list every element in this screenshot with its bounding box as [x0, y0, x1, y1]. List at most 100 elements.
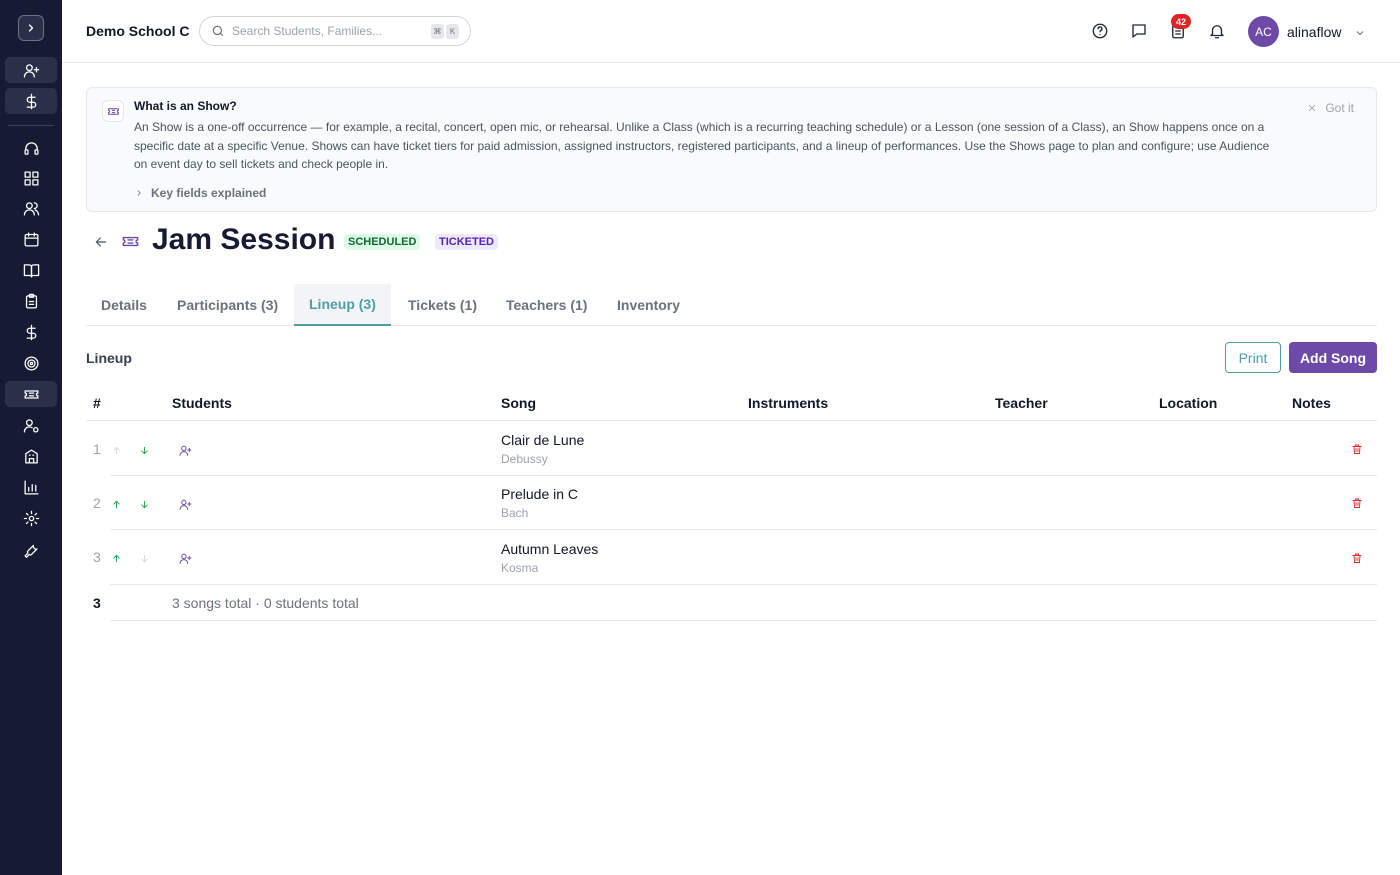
- row-1-add-student-button[interactable]: [179, 444, 192, 457]
- calendar-icon: [23, 231, 39, 247]
- arrow-down-icon: [141, 554, 148, 563]
- row-1-move-down-button[interactable]: [139, 443, 151, 455]
- show-type-icon: [121, 232, 141, 252]
- row-divider: [110, 475, 1377, 476]
- sidebar-item-venues[interactable]: [5, 443, 57, 469]
- add-user-icon: [23, 63, 39, 78]
- sidebar-item-add-user[interactable]: [5, 57, 57, 83]
- users-icon: [23, 201, 39, 216]
- kbd-k: K: [446, 24, 459, 39]
- info-title: What is an Show?: [134, 99, 237, 113]
- dismiss-label: Got it: [1325, 101, 1354, 115]
- book-icon: [23, 263, 39, 278]
- kbd-cmd: ⌘: [431, 24, 444, 39]
- tab-lineup[interactable]: Lineup (3): [294, 284, 391, 326]
- row-1-song-title: Clair de Lune: [501, 432, 585, 448]
- sidebar-item-classes[interactable]: [5, 257, 57, 283]
- add-user-icon: [179, 553, 192, 564]
- username[interactable]: alinaflow: [1287, 24, 1341, 40]
- row-2-move-down-button[interactable]: [139, 497, 151, 509]
- search-bar[interactable]: ⌘ K: [199, 16, 471, 46]
- add-song-button[interactable]: Add Song: [1289, 342, 1377, 373]
- row-2-add-student-button[interactable]: [179, 498, 192, 511]
- row-3-number: 3: [93, 549, 101, 565]
- expand-sidebar-button[interactable]: [18, 15, 44, 41]
- school-name: Demo School C: [86, 23, 190, 39]
- row-3-move-down-button[interactable]: [139, 551, 151, 563]
- ticket-icon: [107, 107, 119, 115]
- row-3-song-title: Autumn Leaves: [501, 541, 599, 557]
- info-ticket-icon: [102, 100, 124, 122]
- sidebar-item-billing[interactable]: [5, 88, 57, 114]
- dismiss-info-button[interactable]: Got it: [1307, 101, 1354, 115]
- wrench-icon: [23, 544, 38, 558]
- notifications-button[interactable]: [1207, 21, 1227, 41]
- chat-icon: [1132, 24, 1146, 38]
- row-2-move-up-button[interactable]: [111, 497, 123, 509]
- table-header-divider: [86, 420, 1377, 421]
- add-user-icon: [179, 499, 192, 510]
- ticket-icon: [23, 389, 39, 399]
- row-2-song-composer: Bach: [501, 506, 529, 520]
- row-3-add-student-button[interactable]: [179, 552, 192, 565]
- target-icon: [23, 355, 39, 371]
- sidebar-item-calendar[interactable]: [5, 226, 57, 252]
- help-button[interactable]: [1090, 21, 1110, 41]
- add-user-icon: [179, 445, 192, 456]
- table-footer-divider: [110, 620, 1377, 621]
- row-2-delete-button[interactable]: [1351, 496, 1363, 508]
- lineup-section-title: Lineup: [86, 350, 132, 366]
- sidebar-item-tools[interactable]: [5, 536, 57, 562]
- trash-icon: [1352, 444, 1362, 454]
- sidebar-item-users[interactable]: [5, 195, 57, 221]
- row-3-delete-button[interactable]: [1351, 551, 1363, 563]
- status-badge: SCHEDULED: [344, 234, 421, 250]
- sidebar-item-lessons[interactable]: [5, 288, 57, 314]
- top-header: Demo School C ⌘ K 42 AC alinaflow: [62, 0, 1400, 63]
- row-1-delete-button[interactable]: [1351, 442, 1363, 454]
- row-3-move-up-button[interactable]: [111, 551, 123, 563]
- sidebar-item-staff[interactable]: [5, 412, 57, 438]
- info-body: An Show is a one-off occurrence — for ex…: [134, 120, 1270, 171]
- chevron-right-icon: [28, 24, 34, 32]
- key-fields-toggle[interactable]: Key fields explained: [134, 186, 266, 200]
- row-2-song-title: Prelude in C: [501, 486, 579, 502]
- chevron-right-icon: [137, 190, 141, 196]
- sidebar-item-support[interactable]: [5, 135, 57, 161]
- column-header-song: Song: [501, 395, 536, 411]
- arrow-down-icon: [141, 500, 148, 509]
- search-input[interactable]: [232, 24, 422, 38]
- row-1-number: 1: [93, 441, 101, 457]
- column-header-number: #: [93, 395, 101, 411]
- dollar-icon: [26, 93, 36, 109]
- sidebar-item-settings[interactable]: [5, 505, 57, 531]
- total-summary: 3 songs total · 0 students total: [172, 595, 359, 611]
- tab-inventory[interactable]: Inventory: [602, 284, 695, 326]
- back-button[interactable]: [93, 234, 109, 250]
- sidebar-item-payments[interactable]: [5, 319, 57, 345]
- arrow-up-icon: [113, 554, 120, 563]
- tab-teachers[interactable]: Teachers (1): [491, 284, 602, 326]
- sidebar-item-reports[interactable]: [5, 474, 57, 500]
- tab-tickets[interactable]: Tickets (1): [393, 284, 492, 326]
- trash-icon: [1352, 498, 1362, 508]
- print-button[interactable]: Print: [1225, 342, 1281, 373]
- gear-icon: [23, 510, 39, 526]
- avatar[interactable]: AC: [1248, 16, 1279, 47]
- sidebar-item-dashboard[interactable]: [5, 165, 57, 191]
- sidebar-item-shows[interactable]: [5, 381, 57, 407]
- tab-details[interactable]: Details: [86, 284, 162, 326]
- notification-count-badge: 42: [1171, 14, 1191, 29]
- user-menu-toggle[interactable]: [1354, 26, 1366, 38]
- column-header-location: Location: [1159, 395, 1218, 411]
- dashboard-icon: [23, 170, 39, 186]
- row-1-move-up-button[interactable]: [111, 443, 123, 455]
- trash-icon: [1352, 553, 1362, 563]
- ticket-icon: [122, 236, 139, 247]
- messages-button[interactable]: [1129, 21, 1149, 41]
- user-settings-icon: [23, 418, 39, 433]
- tab-participants[interactable]: Participants (3): [162, 284, 293, 326]
- sidebar-divider: [8, 125, 54, 126]
- sidebar-item-goals[interactable]: [5, 350, 57, 376]
- building-icon: [24, 448, 38, 464]
